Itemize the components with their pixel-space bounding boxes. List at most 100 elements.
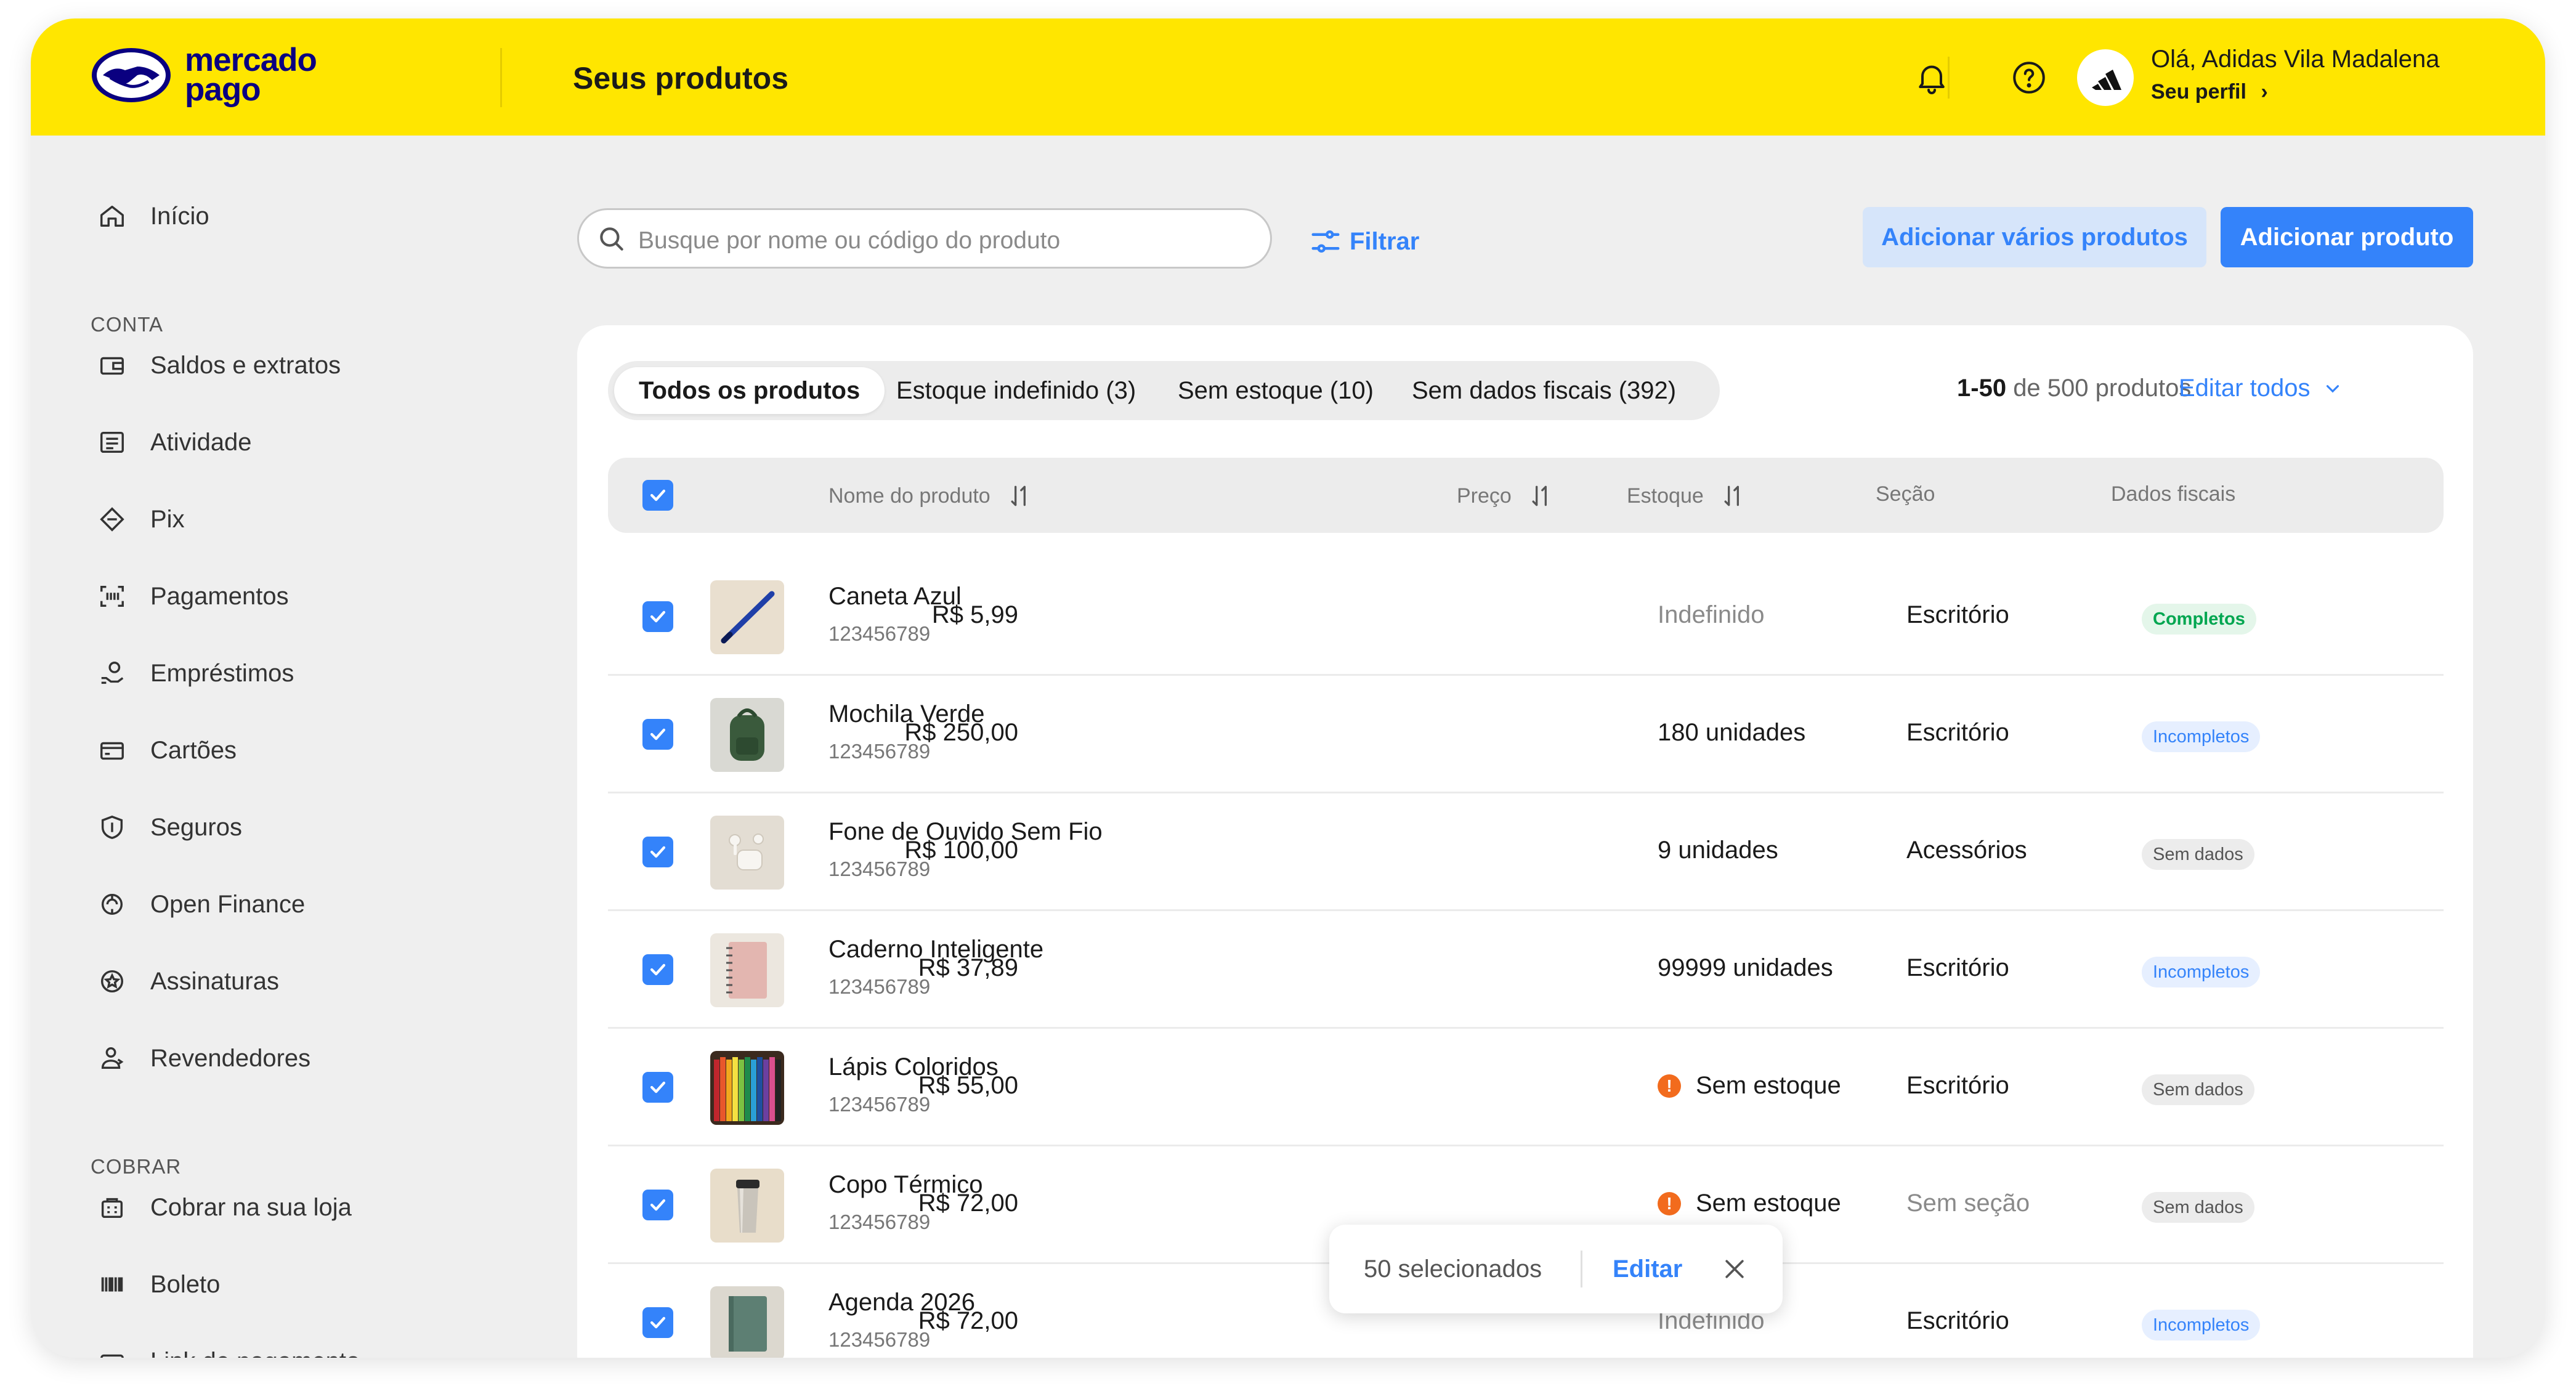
fiscal-status-badge: Sem dados	[2142, 1192, 2254, 1223]
product-price: R$ 55,00	[918, 1072, 1018, 1099]
sidebar-item-home[interactable]: Início	[92, 195, 524, 238]
table-header: Nome do produto Preço Estoque Seção Dado…	[608, 458, 2444, 533]
sidebar-item-balances[interactable]: Saldos e extratos	[92, 344, 524, 387]
shield-icon	[92, 808, 132, 847]
profile-link-label: Seu perfil	[2151, 80, 2246, 103]
check-icon	[650, 846, 666, 858]
store-icon	[92, 1188, 132, 1227]
add-product-button[interactable]: Adicionar produto	[2221, 207, 2473, 267]
product-thumbnail-planner	[710, 1286, 784, 1358]
selection-toast: 50 selecionados Editar	[1329, 1225, 1783, 1313]
product-stock: ! Sem estoque	[1658, 1190, 1841, 1217]
bell-icon[interactable]	[1913, 59, 1950, 96]
check-icon	[650, 489, 666, 501]
product-stock: 180 unidades	[1658, 719, 1805, 747]
product-code: 123456789	[828, 1210, 931, 1233]
fiscal-status-badge: Incompletos	[2142, 1310, 2261, 1340]
row-checkbox[interactable]	[642, 954, 673, 985]
sidebar-item-boleto[interactable]: Boleto	[92, 1263, 524, 1306]
row-checkbox[interactable]	[642, 719, 673, 750]
stock-label: Sem estoque	[1696, 1190, 1841, 1217]
product-stock: 9 unidades	[1658, 837, 1778, 864]
filter-button[interactable]: Filtrar	[1309, 223, 1419, 260]
table-row[interactable]: Fone de Ouvido Sem Fio 123456789 R$ 100,…	[608, 793, 2444, 911]
row-checkbox[interactable]	[642, 837, 673, 867]
sliders-icon	[1311, 230, 1340, 253]
column-header-label: Preço	[1457, 484, 1512, 508]
sidebar-item-subscriptions[interactable]: Assinaturas	[92, 960, 524, 1003]
logo-line-2: pago	[185, 71, 261, 108]
tab-undefined-stock[interactable]: Estoque indefinido (3)	[872, 367, 1160, 414]
sidebar-item-open-finance[interactable]: Open Finance	[92, 883, 524, 926]
search-input[interactable]: Busque por nome ou código do produto	[577, 208, 1272, 269]
tab-all-products[interactable]: Todos os produtos	[614, 367, 885, 414]
sidebar-item-cards[interactable]: Cartões	[92, 729, 524, 772]
toast-divider	[1581, 1251, 1582, 1287]
sidebar-item-pix[interactable]: Pix	[92, 498, 524, 541]
product-stock: Indefinido	[1658, 601, 1764, 629]
table-row[interactable]: Mochila Verde 123456789 R$ 250,00 180 un…	[608, 676, 2444, 793]
search-placeholder: Busque por nome ou código do produto	[638, 227, 1061, 254]
product-code: 123456789	[828, 1093, 931, 1116]
check-icon	[650, 1316, 666, 1329]
sidebar-item-activity[interactable]: Atividade	[92, 421, 524, 464]
table-row[interactable]: Lápis Coloridos 123456789 R$ 55,00 ! Sem …	[608, 1029, 2444, 1146]
adidas-logo-icon	[2092, 70, 2121, 90]
close-icon[interactable]	[1721, 1255, 1748, 1283]
product-section: Escritório	[1906, 601, 2009, 628]
table-row[interactable]: Caneta Azul 123456789 R$ 5,99 Indefinido…	[608, 558, 2444, 676]
column-header-fiscal: Dados fiscais	[2111, 482, 2236, 506]
logo-line-1: mercado	[185, 42, 317, 78]
tab-out-of-stock[interactable]: Sem estoque (10)	[1153, 367, 1398, 414]
check-icon	[650, 610, 666, 623]
product-thumbnail-colored-pencils	[710, 1051, 784, 1125]
product-code: 123456789	[828, 975, 931, 998]
avatar[interactable]	[2077, 49, 2134, 106]
add-multiple-products-button[interactable]: Adicionar vários produtos	[1863, 207, 2206, 267]
row-checkbox[interactable]	[642, 601, 673, 632]
chevron-down-icon	[2327, 384, 2339, 392]
warning-icon: !	[1658, 1191, 1681, 1215]
help-circle-icon[interactable]	[2011, 59, 2047, 96]
row-checkbox[interactable]	[642, 1072, 673, 1103]
column-header-stock[interactable]: Estoque	[1627, 482, 1747, 509]
scan-icon	[92, 577, 132, 616]
sidebar-item-payment-link[interactable]: Link de pagamento	[92, 1340, 524, 1358]
sidebar-item-loans[interactable]: Empréstimos	[92, 652, 524, 695]
row-checkbox[interactable]	[642, 1307, 673, 1338]
sidebar-item-label: Cobrar na sua loja	[150, 1193, 352, 1221]
fiscal-status-badge: Sem dados	[2142, 839, 2254, 870]
header-divider	[1948, 57, 1950, 99]
sidebar-item-payments[interactable]: Pagamentos	[92, 575, 524, 618]
sidebar-item-label: Pagamentos	[150, 582, 289, 610]
product-section: Escritório	[1906, 1307, 2009, 1334]
chevron-right-icon: ›	[2261, 80, 2268, 103]
table-row[interactable]: Caderno Inteligente 123456789 R$ 37,89 9…	[608, 911, 2444, 1029]
sidebar-item-label: Revendedores	[150, 1044, 311, 1072]
check-icon	[650, 1199, 666, 1211]
pagination-count: 1-50 de 500 produtos	[1957, 375, 2191, 402]
column-header-name[interactable]: Nome do produto	[828, 482, 1034, 509]
row-checkbox[interactable]	[642, 1190, 673, 1220]
fiscal-status-badge: Completos	[2142, 604, 2256, 635]
sidebar-item-insurance[interactable]: Seguros	[92, 806, 524, 849]
product-section: Acessórios	[1906, 837, 2027, 864]
column-header-price[interactable]: Preço	[1457, 482, 1555, 509]
products-panel: Todos os produtos Estoque indefinido (3)…	[577, 325, 2473, 1358]
edit-selection-button[interactable]: Editar	[1613, 1255, 1682, 1283]
mercado-pago-logo[interactable]: mercado pago	[89, 43, 373, 111]
profile-link[interactable]: Seu perfil ›	[2151, 80, 2268, 104]
header-divider	[500, 48, 502, 107]
product-price: R$ 72,00	[918, 1190, 1018, 1217]
sidebar-item-charge-store[interactable]: Cobrar na sua loja	[92, 1186, 524, 1229]
product-price: R$ 5,99	[931, 601, 1018, 628]
edit-all-dropdown[interactable]: Editar todos	[2179, 375, 2343, 402]
sidebar-item-resellers[interactable]: Revendedores	[92, 1037, 524, 1080]
sidebar-item-label: Seguros	[150, 813, 242, 841]
product-stock: ! Sem estoque	[1658, 1072, 1841, 1100]
tab-no-fiscal-data[interactable]: Sem dados fiscais (392)	[1387, 367, 1701, 414]
select-all-checkbox[interactable]	[642, 480, 673, 511]
pagination-suffix: de 500 produtos	[2013, 375, 2192, 402]
sidebar-item-label: Início	[150, 202, 209, 230]
sort-icon	[1532, 485, 1547, 506]
